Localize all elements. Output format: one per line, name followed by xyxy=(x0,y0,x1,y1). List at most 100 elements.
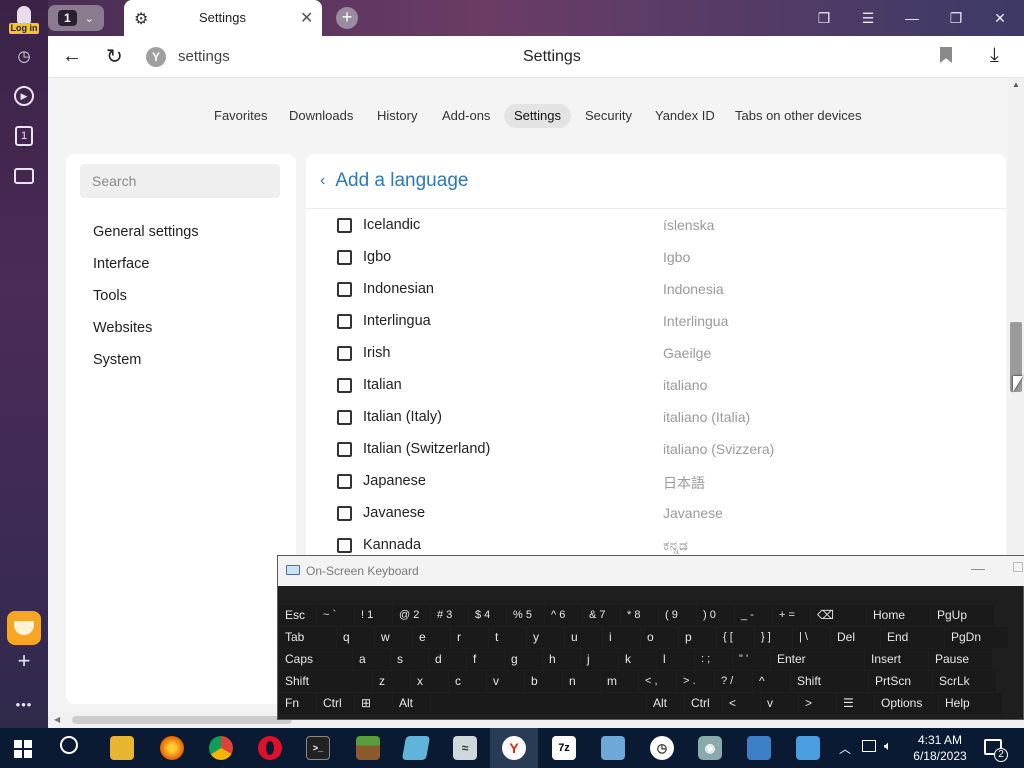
tabs-count-icon[interactable]: 1 xyxy=(12,124,36,148)
language-row[interactable]: Italian (Italy) italiano (Italia) xyxy=(306,402,1006,434)
profile-avatar[interactable]: Log in xyxy=(9,4,39,34)
language-checkbox[interactable] xyxy=(337,346,352,361)
key-m[interactable]: m xyxy=(601,671,638,692)
key-symbol[interactable]: } ] xyxy=(755,627,792,648)
key-i[interactable]: i xyxy=(603,627,640,648)
language-row[interactable]: Italian italiano xyxy=(306,370,1006,402)
key-v[interactable]: v xyxy=(487,671,524,692)
scroll-up-arrow-icon[interactable]: ▲ xyxy=(1012,80,1020,89)
language-row[interactable]: Irish Gaeilge xyxy=(306,338,1006,370)
menu-system[interactable]: System xyxy=(93,352,141,368)
url-text[interactable]: settings xyxy=(178,48,230,65)
menu-icon[interactable]: ☰ xyxy=(857,8,879,28)
key-enter[interactable]: Enter xyxy=(771,649,864,670)
windows-start-icon[interactable] xyxy=(14,740,32,758)
notepad-icon[interactable] xyxy=(401,736,431,760)
tab-security[interactable]: Security xyxy=(575,104,642,128)
key-1[interactable]: ! 1 xyxy=(355,605,392,626)
key-r[interactable]: r xyxy=(451,627,488,648)
key-k[interactable]: k xyxy=(619,649,656,670)
yandex-browser-icon[interactable]: Y xyxy=(502,736,526,760)
key-symbol[interactable]: _ - xyxy=(735,605,772,626)
restore-icon[interactable]: ❐ xyxy=(945,8,967,28)
tray-chevron-up-icon[interactable]: ︿ xyxy=(839,740,851,757)
bookmark-icon[interactable] xyxy=(940,47,952,63)
play-icon[interactable]: ▶ xyxy=(12,84,36,108)
tab-yandex-id[interactable]: Yandex ID xyxy=(645,104,725,128)
close-tab-icon[interactable]: ✕ xyxy=(300,8,313,28)
new-tab-button[interactable]: + xyxy=(336,7,358,29)
menu-tools[interactable]: Tools xyxy=(93,288,127,304)
terminal-icon[interactable]: >_ xyxy=(306,736,330,760)
key-symbol[interactable]: " ' xyxy=(733,649,770,670)
key-symbol[interactable]: > xyxy=(799,693,836,714)
camera-icon[interactable]: ◉ xyxy=(698,736,722,760)
document-app-icon[interactable] xyxy=(796,736,820,760)
keyboard-title-bar[interactable]: On-Screen Keyboard — xyxy=(278,556,1024,586)
key-y[interactable]: y xyxy=(527,627,564,648)
tab-favorites[interactable]: Favorites xyxy=(204,104,277,128)
key-alt[interactable]: Alt xyxy=(393,693,430,714)
alice-icon[interactable] xyxy=(7,611,41,645)
scroll-left-arrow-icon[interactable]: ◀ xyxy=(54,715,60,724)
key-5[interactable]: % 5 xyxy=(507,605,544,626)
key-symbol[interactable]: { [ xyxy=(717,627,754,648)
volume-muted-icon[interactable]: 🔈︎ xyxy=(884,738,892,754)
opera-icon[interactable] xyxy=(258,736,282,760)
language-checkbox[interactable] xyxy=(337,314,352,329)
key-tab[interactable]: Tab xyxy=(279,627,336,648)
language-checkbox[interactable] xyxy=(337,506,352,521)
language-checkbox[interactable] xyxy=(337,282,352,297)
menu-websites[interactable]: Websites xyxy=(93,320,152,336)
network-icon[interactable] xyxy=(862,740,876,752)
language-checkbox[interactable] xyxy=(337,378,352,393)
key-b[interactable]: b xyxy=(525,671,562,692)
add-icon[interactable]: + xyxy=(12,648,36,673)
key-n[interactable]: n xyxy=(563,671,600,692)
file-explorer-icon[interactable] xyxy=(110,736,134,760)
key-insert[interactable]: Insert xyxy=(865,649,928,670)
key-shift[interactable]: Shift xyxy=(791,671,868,692)
key-g[interactable]: g xyxy=(505,649,542,670)
tab-settings-nav[interactable]: Settings xyxy=(504,104,571,128)
language-row[interactable]: Interlingua Interlingua xyxy=(306,306,1006,338)
language-row[interactable]: Igbo Igbo xyxy=(306,242,1006,274)
key-d[interactable]: d xyxy=(429,649,466,670)
control-panel-icon[interactable] xyxy=(601,736,625,760)
language-checkbox[interactable] xyxy=(337,538,352,553)
key-9[interactable]: ( 9 xyxy=(659,605,696,626)
remote-desktop-icon[interactable] xyxy=(747,736,771,760)
key-alt[interactable]: Alt xyxy=(647,693,684,714)
key-symbol[interactable]: < xyxy=(723,693,760,714)
close-window-icon[interactable]: ✕ xyxy=(989,8,1011,28)
clock-app-icon[interactable]: ◷ xyxy=(650,736,674,760)
key-j[interactable]: j xyxy=(581,649,618,670)
language-row[interactable]: Japanese 日本語 xyxy=(306,466,1006,498)
search-icon[interactable] xyxy=(60,736,78,754)
key-h[interactable]: h xyxy=(543,649,580,670)
key-ctrl[interactable]: Ctrl xyxy=(317,693,354,714)
key-symbol[interactable]: > . xyxy=(677,671,714,692)
key-0[interactable]: ) 0 xyxy=(697,605,734,626)
key-home[interactable]: Home xyxy=(867,605,930,626)
minecraft-icon[interactable] xyxy=(356,736,380,760)
back-to-languages[interactable]: ‹ Add a language xyxy=(320,170,468,192)
key-8[interactable]: * 8 xyxy=(621,605,658,626)
language-checkbox[interactable] xyxy=(337,474,352,489)
key-p[interactable]: p xyxy=(679,627,716,648)
key-e[interactable]: e xyxy=(413,627,450,648)
tab-add-ons[interactable]: Add-ons xyxy=(432,104,500,128)
system-clock[interactable]: 4:31 AM 6/18/2023 xyxy=(908,732,972,764)
download-icon[interactable]: ⤓ xyxy=(990,44,999,67)
key-s[interactable]: s xyxy=(391,649,428,670)
key-a[interactable]: a xyxy=(353,649,390,670)
key-help[interactable]: Help xyxy=(939,693,1002,714)
key-l[interactable]: l xyxy=(657,649,694,670)
key-pause[interactable]: Pause xyxy=(929,649,992,670)
7zip-icon[interactable]: 7z xyxy=(552,736,576,760)
menu-general-settings[interactable]: General settings xyxy=(93,224,199,240)
language-checkbox[interactable] xyxy=(337,442,352,457)
language-checkbox[interactable] xyxy=(337,250,352,265)
firefox-icon[interactable] xyxy=(160,736,184,760)
tab-settings[interactable]: ⚙ Settings ✕ xyxy=(124,0,322,36)
